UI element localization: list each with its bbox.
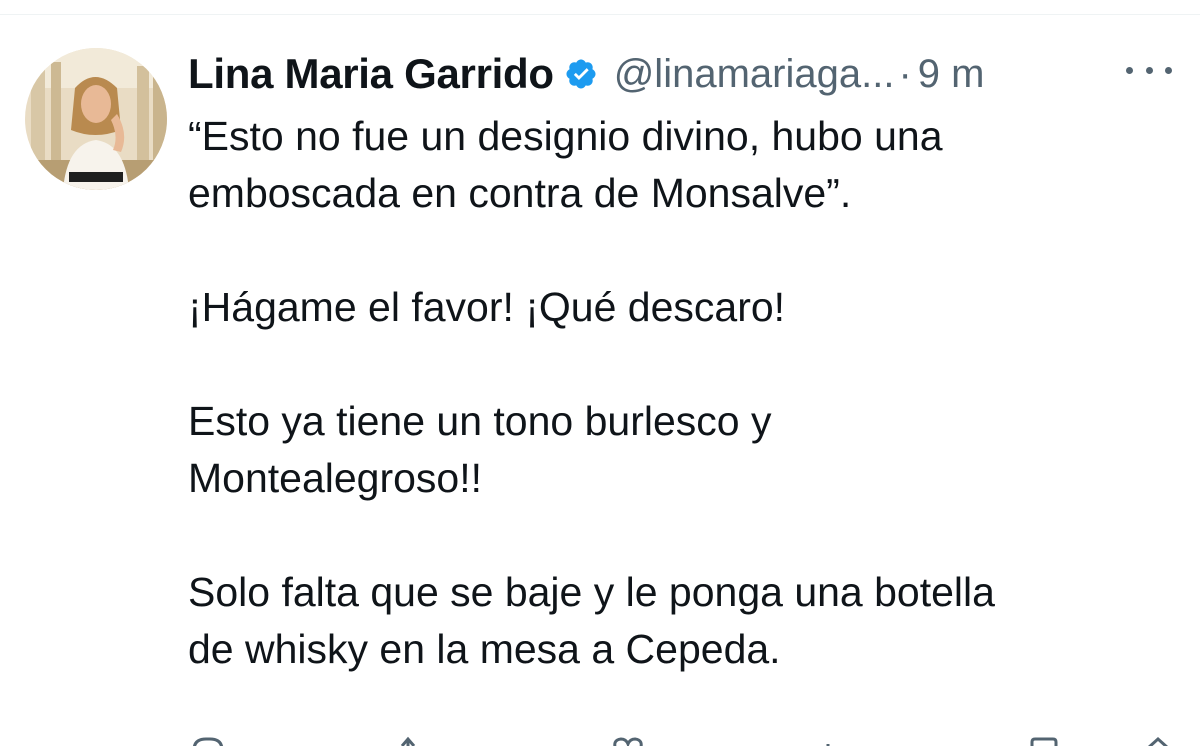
tweet-text: “Esto no fue un designio divino, hubo un… <box>188 108 1178 678</box>
tweet-text-line: “Esto no fue un designio divino, hubo un… <box>188 113 943 159</box>
user-handle[interactable]: @linamariaga... <box>614 52 895 97</box>
share-icon[interactable] <box>1140 736 1176 746</box>
tweet-text-line: de whisky en la mesa a Cepeda. <box>188 626 781 672</box>
divider <box>0 14 1200 15</box>
separator-dot: · <box>898 51 912 96</box>
tweet-text-line: Esto ya tiene un tono burlesco y <box>188 398 772 444</box>
like-icon[interactable] <box>610 736 646 746</box>
bookmark-icon[interactable] <box>1026 736 1062 746</box>
tweet-text-line: emboscada en contra de Monsalve”. <box>188 170 852 216</box>
reply-icon[interactable] <box>190 736 226 746</box>
verified-badge-icon[interactable] <box>564 57 598 91</box>
more-horizontal-icon[interactable] <box>1126 60 1172 80</box>
timestamp[interactable]: 9 m <box>918 52 985 97</box>
tweet-actions <box>0 730 1200 746</box>
avatar[interactable] <box>25 48 167 190</box>
retweet-icon[interactable] <box>398 736 434 746</box>
tweet-text-line: ¡Hágame el favor! ¡Qué descaro! <box>188 284 786 330</box>
tweet-text-line: Montealegroso!! <box>188 455 483 501</box>
views-icon[interactable] <box>818 736 854 746</box>
tweet-view: Lina Maria Garrido @linamariaga... · 9 m… <box>0 0 1200 746</box>
display-name[interactable]: Lina Maria Garrido <box>188 50 554 98</box>
tweet-text-line: Solo falta que se baje y le ponga una bo… <box>188 569 995 615</box>
tweet-header: Lina Maria Garrido @linamariaga... · 9 m <box>188 44 984 104</box>
